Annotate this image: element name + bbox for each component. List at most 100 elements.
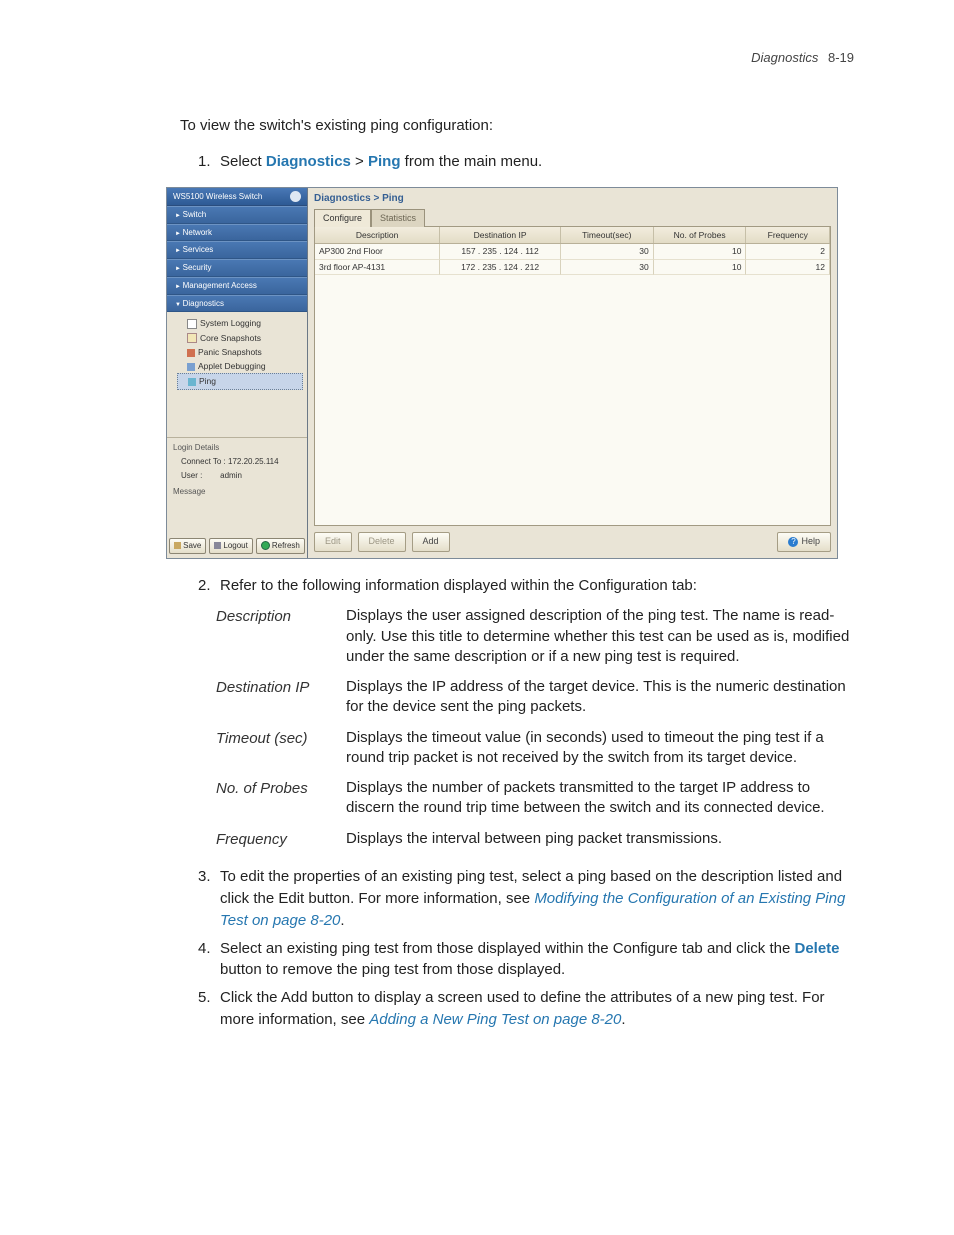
- text: .: [621, 1011, 625, 1028]
- term: Description: [216, 606, 346, 667]
- tab-bar: ConfigureStatistics: [308, 208, 837, 226]
- step-number: 3.: [198, 866, 220, 931]
- edit-button[interactable]: Edit: [314, 532, 352, 551]
- keyword-ping: Ping: [368, 153, 401, 170]
- text: button to remove the ping test from thos…: [220, 961, 565, 978]
- refresh-button[interactable]: Refresh: [256, 538, 305, 554]
- keyword-diagnostics: Diagnostics: [266, 153, 351, 170]
- col-frequency[interactable]: Frequency: [746, 227, 830, 243]
- brand-logo-icon: [290, 191, 301, 202]
- step-2: 2. Refer to the following information di…: [198, 575, 854, 597]
- step-3: 3. To edit the properties of an existing…: [198, 866, 854, 931]
- login-details: Login Details Connect To : 172.20.25.114…: [167, 437, 307, 534]
- step-5: 5. Click the Add button to display a scr…: [198, 987, 854, 1031]
- sidebar: WS5100 Wireless Switch Switch Network Se…: [167, 188, 308, 558]
- text: from the main menu.: [401, 153, 543, 170]
- nav-switch[interactable]: Switch: [167, 206, 307, 224]
- nav-security[interactable]: Security: [167, 259, 307, 277]
- nav-network[interactable]: Network: [167, 224, 307, 242]
- step-number: 2.: [198, 575, 220, 597]
- label: Ping: [199, 376, 216, 386]
- cell-destination-ip: 172 . 235 . 124 . 212: [440, 260, 561, 275]
- logout-button[interactable]: Logout: [209, 538, 252, 554]
- label: Connect To :: [181, 457, 226, 466]
- description: Displays the interval between ping packe…: [346, 829, 854, 851]
- screenshot-figure: WS5100 Wireless Switch Switch Network Se…: [166, 187, 838, 559]
- button-bar: Edit Delete Add Help: [308, 526, 837, 557]
- intro-text: To view the switch's existing ping confi…: [180, 115, 854, 137]
- label: Panic Snapshots: [198, 347, 262, 357]
- cell-frequency: 2: [746, 244, 830, 259]
- nav-management-access[interactable]: Management Access: [167, 277, 307, 295]
- value: 172.20.25.114: [228, 457, 279, 466]
- tree-system-logging[interactable]: System Logging: [177, 316, 303, 330]
- step-text: Click the Add button to display a screen…: [220, 987, 854, 1031]
- label: Switch: [183, 210, 207, 219]
- step-text: Select an existing ping test from those …: [220, 938, 854, 982]
- term: Frequency: [216, 829, 346, 851]
- snapshot-icon: [187, 333, 197, 343]
- tab-configure[interactable]: Configure: [314, 209, 371, 227]
- tree-panic-snapshots[interactable]: Panic Snapshots: [177, 345, 303, 359]
- value: admin: [220, 471, 242, 480]
- diagnostics-tree: System Logging Core Snapshots Panic Snap…: [167, 312, 307, 436]
- sidebar-button-bar: Save Logout Refresh: [167, 534, 307, 558]
- step-number: 5.: [198, 987, 220, 1031]
- description: Displays the number of packets transmitt…: [346, 778, 854, 819]
- label: Security: [183, 263, 212, 272]
- term: Timeout (sec): [216, 728, 346, 769]
- nav-services[interactable]: Services: [167, 241, 307, 259]
- cell-probes: 10: [654, 260, 747, 275]
- step-number: 1.: [198, 151, 220, 173]
- add-button[interactable]: Add: [412, 532, 450, 551]
- text: Select: [220, 153, 266, 170]
- refresh-icon: [261, 541, 270, 550]
- tab-statistics[interactable]: Statistics: [371, 209, 425, 227]
- col-description[interactable]: Description: [315, 227, 440, 243]
- label: Diagnostics: [183, 299, 224, 308]
- link-adding-ping-test[interactable]: Adding a New Ping Test on page 8-20: [369, 1011, 621, 1028]
- table-row[interactable]: 3rd floor AP-4131 172 . 235 . 124 . 212 …: [315, 260, 830, 275]
- cell-description: AP300 2nd Floor: [315, 244, 440, 259]
- table-row[interactable]: AP300 2nd Floor 157 . 235 . 124 . 112 30…: [315, 244, 830, 259]
- col-destination-ip[interactable]: Destination IP: [440, 227, 561, 243]
- save-button[interactable]: Save: [169, 538, 206, 554]
- label: Logout: [223, 540, 247, 552]
- save-icon: [174, 542, 181, 549]
- label: Help: [801, 536, 820, 546]
- step-number: 4.: [198, 938, 220, 982]
- cell-frequency: 12: [746, 260, 830, 275]
- description: Displays the timeout value (in seconds) …: [346, 728, 854, 769]
- brand-title: WS5100 Wireless Switch: [173, 191, 262, 203]
- def-description: Description Displays the user assigned d…: [216, 606, 854, 667]
- cell-timeout: 30: [561, 260, 654, 275]
- message-title: Message: [173, 486, 301, 498]
- label: Core Snapshots: [200, 333, 261, 343]
- cell-probes: 10: [654, 244, 747, 259]
- tree-ping[interactable]: Ping: [177, 373, 303, 389]
- page-header: Diagnostics 8-19: [180, 50, 854, 65]
- description: Displays the user assigned description o…: [346, 606, 854, 667]
- text: .: [340, 912, 344, 929]
- applet-icon: [187, 363, 195, 371]
- keyword-delete: Delete: [795, 940, 840, 957]
- help-button[interactable]: Help: [777, 532, 831, 551]
- step-text: Select Diagnostics > Ping from the main …: [220, 151, 854, 173]
- ping-icon: [188, 378, 196, 386]
- ping-table: Description Destination IP Timeout(sec) …: [314, 226, 831, 526]
- tree-applet-debugging[interactable]: Applet Debugging: [177, 359, 303, 373]
- col-timeout[interactable]: Timeout(sec): [561, 227, 654, 243]
- table-body: AP300 2nd Floor 157 . 235 . 124 . 112 30…: [315, 244, 830, 525]
- delete-button[interactable]: Delete: [358, 532, 406, 551]
- nav-diagnostics[interactable]: Diagnostics: [167, 295, 307, 313]
- col-no-of-probes[interactable]: No. of Probes: [654, 227, 747, 243]
- login-user-row: User : admin: [173, 469, 301, 483]
- document-icon: [187, 319, 197, 329]
- def-no-of-probes: No. of Probes Displays the number of pac…: [216, 778, 854, 819]
- step-text: Refer to the following information displ…: [220, 575, 854, 597]
- def-destination-ip: Destination IP Displays the IP address o…: [216, 677, 854, 718]
- cell-description: 3rd floor AP-4131: [315, 260, 440, 275]
- tree-core-snapshots[interactable]: Core Snapshots: [177, 331, 303, 345]
- description: Displays the IP address of the target de…: [346, 677, 854, 718]
- brand-bar: WS5100 Wireless Switch: [167, 188, 307, 207]
